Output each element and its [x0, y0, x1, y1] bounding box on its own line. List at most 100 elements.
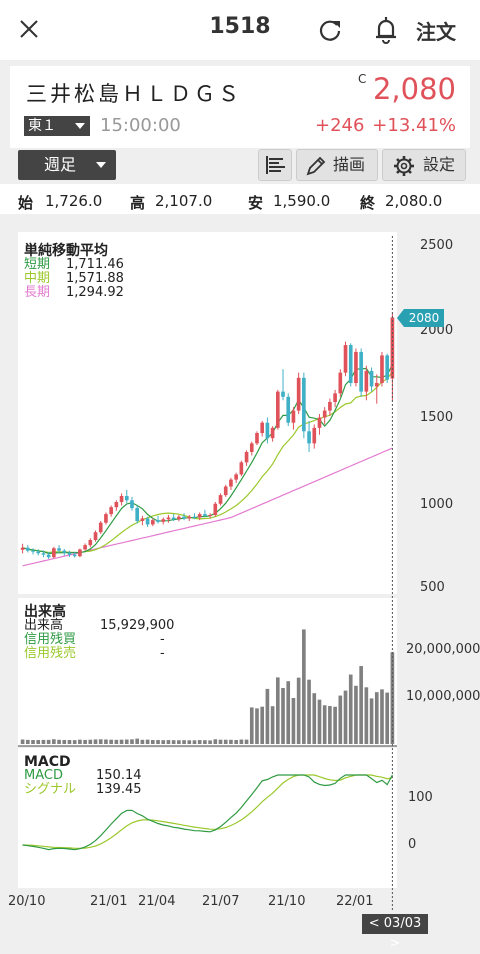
- margin-sell-label: 信用残売: [24, 646, 77, 661]
- volume-tick-label: 20,000,000: [406, 642, 480, 657]
- volume-bar: [41, 739, 46, 744]
- volume-bar: [218, 739, 223, 744]
- candle-body: [296, 377, 301, 411]
- volume-bar: [317, 699, 322, 744]
- candle-body: [286, 396, 291, 423]
- volume-bar: [286, 681, 291, 744]
- candle-body: [255, 433, 259, 444]
- candle-body: [208, 514, 212, 516]
- volume-bar: [46, 739, 51, 744]
- volume-bar: [171, 740, 176, 744]
- volume-bar: [229, 739, 233, 744]
- volume-label: 出来高: [24, 618, 64, 633]
- x-tick-label: 21/01: [90, 894, 128, 909]
- volume-bar: [270, 706, 275, 744]
- volume-bar: [57, 739, 61, 744]
- volume-bar: [203, 740, 207, 744]
- candle-body: [31, 550, 35, 552]
- candle-body: [36, 551, 41, 554]
- candle-body: [343, 345, 348, 373]
- candle-body: [302, 377, 306, 432]
- volume-bar: [260, 706, 265, 744]
- volume-bar: [255, 708, 259, 744]
- volume-bar: [239, 739, 244, 744]
- volume-bar: [213, 739, 218, 744]
- candle-body: [374, 383, 379, 387]
- last-price-tag: 2080: [397, 309, 444, 327]
- candle-body: [359, 351, 363, 392]
- volume-bar: [307, 679, 311, 744]
- candle-body: [171, 517, 176, 520]
- macd-tick-label: 0: [408, 837, 417, 852]
- candle-body: [145, 518, 150, 525]
- volume-bar: [354, 685, 358, 744]
- volume-legend-title: 出来高: [24, 604, 66, 620]
- candle-body: [192, 516, 197, 518]
- volume-bar: [380, 689, 384, 744]
- price-tick-label: 1500: [420, 410, 454, 425]
- macd-value: 150.14: [96, 768, 142, 783]
- candle-body: [177, 516, 181, 520]
- ma-legend: 単純移動平均 短期 1,711.46 中期 1,571.88 長期 1,294.92: [18, 241, 146, 311]
- volume-bar: [249, 707, 254, 744]
- volume-bar: [93, 739, 98, 744]
- candle-body: [83, 545, 87, 550]
- macd-legend: MACD MACD 150.14 シグナル 139.45: [18, 752, 146, 804]
- volume-bar: [265, 688, 270, 744]
- volume-bar: [281, 688, 285, 744]
- ma-mid-label: 中期: [24, 271, 51, 286]
- candle-body: [57, 548, 61, 551]
- candle-body: [197, 514, 202, 518]
- candle-body: [317, 417, 322, 428]
- candle-body: [161, 519, 166, 522]
- candle-body: [166, 517, 171, 520]
- volume-bar: [83, 739, 87, 744]
- price-tick-label: 2500: [420, 238, 454, 253]
- candle-body: [93, 532, 98, 540]
- volume-bar: [359, 666, 363, 744]
- volume-bar: [275, 677, 280, 744]
- candle-body: [291, 410, 296, 423]
- candle-body: [234, 474, 238, 480]
- candle-body: [307, 431, 311, 444]
- candle-body: [88, 539, 93, 546]
- cursor-date-box[interactable]: < 03/03 >: [362, 914, 428, 951]
- volume-bar: [244, 739, 249, 744]
- volume-bar: [374, 692, 379, 744]
- volume-bar: [161, 740, 166, 744]
- volume-bar: [166, 740, 171, 744]
- volume-bar: [343, 690, 348, 744]
- volume-bar: [135, 738, 140, 744]
- candle-body: [239, 462, 244, 475]
- candle-body: [244, 452, 249, 463]
- volume-bar: [291, 697, 296, 744]
- volume-bar: [302, 629, 306, 744]
- candle-body: [328, 401, 332, 411]
- volume-bar: [62, 739, 67, 744]
- candle-body: [124, 495, 129, 501]
- candle-body: [135, 508, 140, 521]
- candle-body: [281, 391, 285, 397]
- volume-bar: [348, 674, 353, 744]
- volume-bar: [296, 677, 301, 744]
- candle-body: [119, 495, 124, 503]
- margin-sell-value: -: [160, 646, 165, 661]
- volume-bar: [88, 739, 93, 744]
- volume-bar: [208, 740, 212, 744]
- volume-bar: [312, 693, 317, 744]
- volume-bar: [98, 739, 103, 744]
- volume-bar: [234, 740, 238, 744]
- volume-bar: [187, 740, 192, 744]
- volume-bar: [119, 739, 124, 744]
- candle-body: [104, 514, 108, 523]
- volume-bar: [322, 705, 327, 744]
- candle-body: [67, 552, 72, 555]
- signal-value: 139.45: [96, 782, 142, 797]
- volume-bar: [67, 740, 72, 744]
- volume-bar: [364, 687, 369, 744]
- volume-bar: [52, 739, 56, 744]
- candle-body: [62, 550, 67, 553]
- volume-bar: [130, 739, 134, 744]
- candle-body: [187, 516, 192, 519]
- volume-bar: [31, 740, 35, 744]
